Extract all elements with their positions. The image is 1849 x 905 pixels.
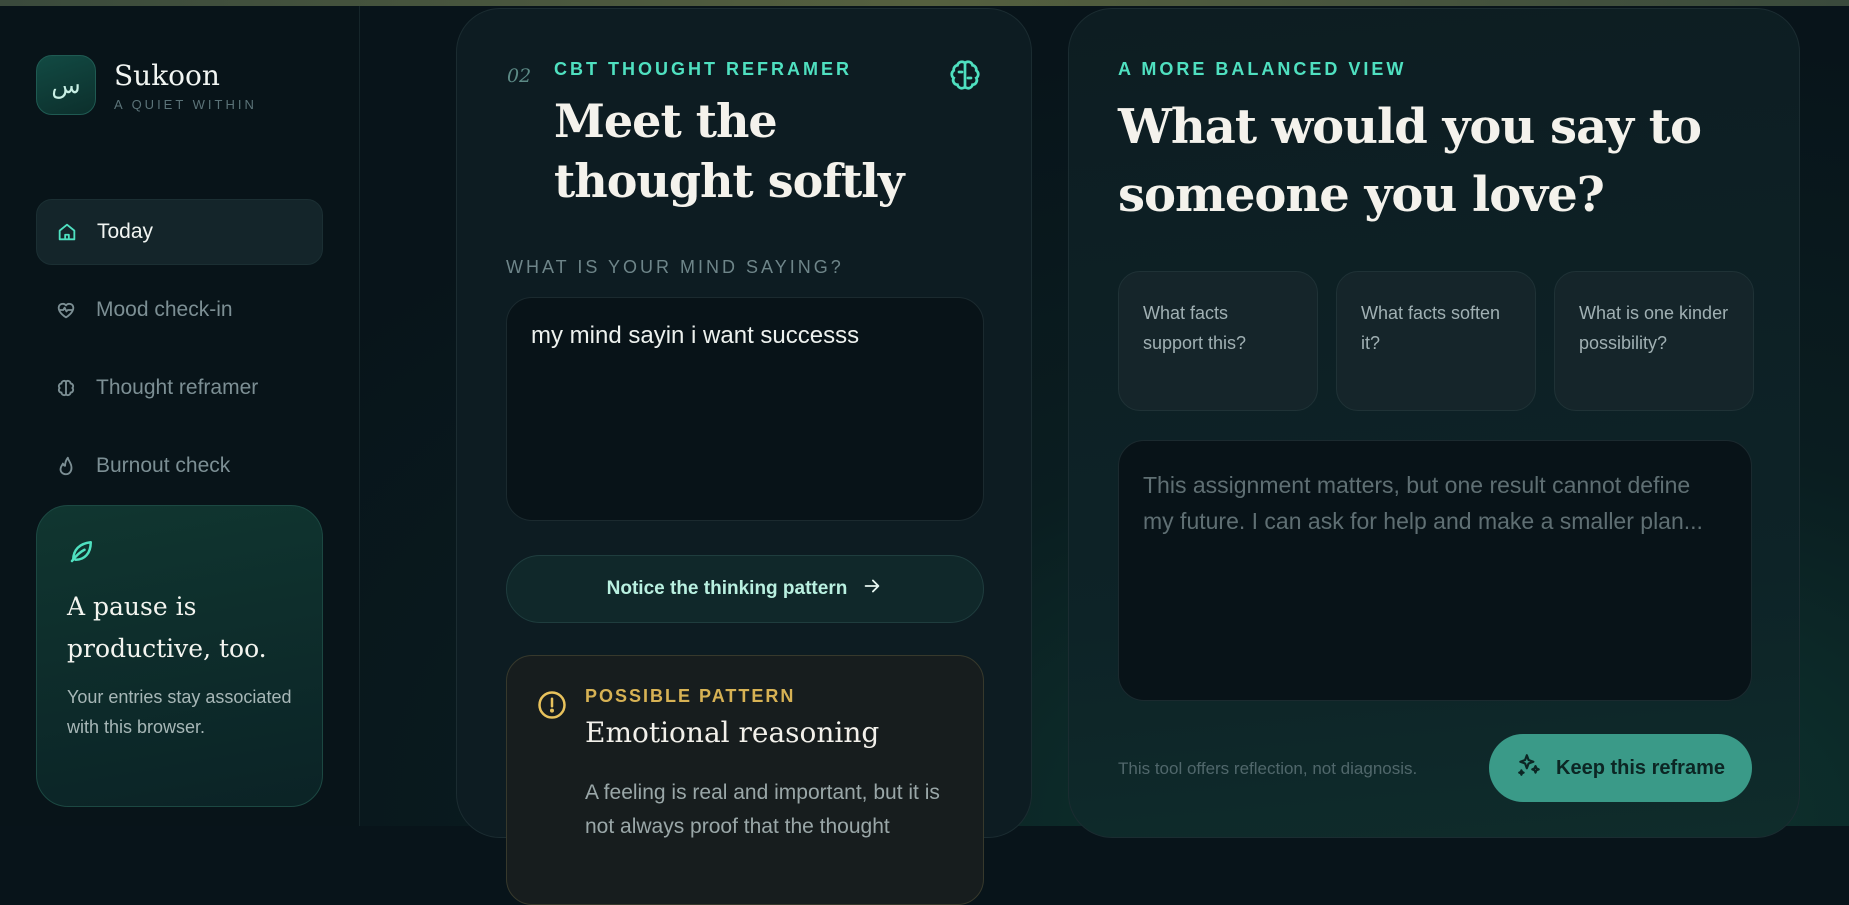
home-icon (55, 220, 79, 244)
keep-reframe-label: Keep this reframe (1556, 756, 1725, 779)
pause-card: A pause is productive, too. Your entries… (36, 505, 323, 807)
thought-reframer-panel: 02 CBT THOUGHT REFRAMER Meet the thought… (456, 8, 1032, 905)
sidebar: س Sukoon A QUIET WITHIN Today Mood check… (0, 6, 360, 826)
alert-circle-icon (537, 690, 567, 720)
reframer-title: Meet the thought softly (554, 94, 905, 208)
pattern-title: Emotional reasoning (585, 716, 880, 749)
leaf-icon (67, 536, 292, 570)
sidebar-item-mood-check-in[interactable]: Mood check-in (36, 277, 323, 343)
brand-tagline: A QUIET WITHIN (114, 96, 257, 112)
sidebar-item-thought-reframer[interactable]: Thought reframer (36, 355, 323, 421)
mind-input[interactable]: my mind sayin i want successs (506, 297, 984, 521)
brand[interactable]: س Sukoon A QUIET WITHIN (36, 55, 257, 115)
prompt-chip-facts-support[interactable]: What facts support this? (1118, 271, 1318, 411)
balanced-eyebrow: A MORE BALANCED VIEW (1118, 59, 1407, 79)
disclaimer-text: This tool offers reflection, not diagnos… (1118, 759, 1418, 778)
pattern-eyebrow: POSSIBLE PATTERN (585, 686, 796, 706)
mind-input-label: WHAT IS YOUR MIND SAYING? (506, 257, 844, 277)
pause-card-description: Your entries stay associated with this b… (67, 687, 292, 737)
balanced-title: What would you say to someone you love? (1118, 99, 1702, 223)
heart-pulse-icon (54, 298, 78, 322)
sidebar-item-label: Thought reframer (96, 376, 259, 399)
notice-pattern-button[interactable]: Notice the thinking pattern (506, 555, 984, 623)
reframer-eyebrow: CBT THOUGHT REFRAMER (554, 59, 852, 79)
sidebar-nav: Today Mood check-in Thought reframer Bur… (36, 199, 323, 511)
sidebar-item-label: Today (97, 220, 154, 243)
balanced-view-panel: A MORE BALANCED VIEW What would you say … (1068, 8, 1800, 838)
brand-name: Sukoon (114, 58, 220, 92)
flame-icon (54, 454, 78, 478)
brand-logo: س (36, 55, 96, 115)
sparkle-icon (1516, 752, 1556, 784)
reframe-input[interactable]: This assignment matters, but one result … (1118, 440, 1752, 701)
sidebar-item-burnout-check[interactable]: Burnout check (36, 433, 323, 499)
brain-icon (54, 376, 78, 400)
step-number: 02 (507, 65, 532, 87)
keep-reframe-button[interactable]: Keep this reframe (1489, 734, 1752, 802)
brain-icon (947, 57, 983, 93)
pause-card-title: A pause is productive, too. (67, 592, 267, 663)
pattern-description: A feeling is real and important, but it … (585, 781, 940, 838)
pattern-card: POSSIBLE PATTERN Emotional reasoning A f… (506, 655, 984, 905)
sidebar-item-label: Mood check-in (96, 298, 233, 321)
prompt-chip-kinder-possibility[interactable]: What is one kinder possibility? (1554, 271, 1754, 411)
prompt-chips: What facts support this? What facts soft… (1118, 271, 1772, 411)
sidebar-item-today[interactable]: Today (36, 199, 323, 265)
sidebar-item-label: Burnout check (96, 454, 231, 477)
prompt-chip-facts-soften[interactable]: What facts soften it? (1336, 271, 1536, 411)
notice-pattern-label: Notice the thinking pattern (606, 578, 848, 599)
arrow-right-icon (847, 575, 883, 603)
